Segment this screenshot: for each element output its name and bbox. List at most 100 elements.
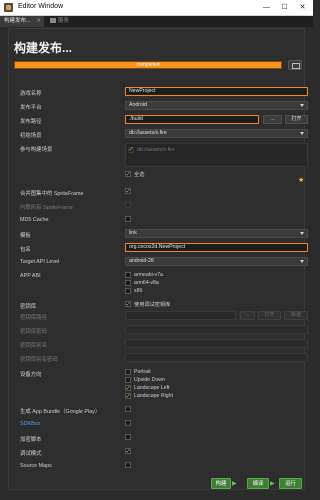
build-panel: 构建发布... completed 游戏名称 NewProject 发布平台 A… [8, 28, 308, 490]
platform-label: 发布平台 [20, 105, 42, 111]
build-path-label: 发布路径 [20, 119, 42, 125]
window-title: Editor Window [18, 3, 64, 10]
keystore-alias-input [125, 339, 308, 348]
compile-button[interactable]: 编译 [247, 478, 269, 489]
abi-arm64-v8a-checkbox[interactable] [125, 280, 131, 286]
debug-mode-checkbox[interactable] [125, 447, 131, 455]
sdkbox-checkbox[interactable] [125, 420, 131, 426]
select-all-checkbox[interactable] [125, 170, 131, 178]
run-button[interactable]: 运行 [279, 478, 302, 489]
select-all-label: 全选 [134, 172, 145, 178]
merge-spriteframe-label: 合并图集中的 SpriteFrame [20, 191, 84, 197]
chevron-down-icon [300, 104, 304, 107]
package-name-input[interactable]: org.cocos2d.NewProject [125, 243, 308, 252]
use-debug-keystore-label: 使用调试密钥库 [134, 302, 171, 308]
sdkbox-link[interactable]: SDKBox [20, 421, 40, 427]
arrow-right-icon: ▶ [270, 480, 275, 487]
orientation-landscape-right-label: Landscape Right [134, 393, 173, 399]
keystore-new-button: 新建 [284, 311, 308, 320]
encrypt-label: 加密脚本 [20, 437, 42, 443]
open-folder-icon[interactable] [288, 60, 302, 70]
game-name-input[interactable]: NewProject [125, 87, 308, 96]
window-titlebar: Editor Window — ☐ ✕ [0, 0, 313, 16]
source-maps-label: Source Maps [20, 463, 52, 469]
orientation-landscape-left-checkbox[interactable] [125, 384, 131, 392]
target-api-select[interactable]: android-28 [125, 257, 308, 266]
chevron-down-icon [300, 132, 304, 135]
build-progress-bar: completed [14, 61, 282, 69]
orientation-label: 设备方向 [20, 372, 42, 378]
platform-value: Android [129, 102, 147, 108]
chevron-down-icon [300, 260, 304, 263]
template-select[interactable]: link [125, 229, 308, 238]
tab-services-label: 服务 [58, 18, 70, 24]
keystore-alias-password-input [125, 353, 308, 362]
keystore-path-input [125, 311, 236, 320]
page-title: 构建发布... [14, 41, 73, 55]
minimize-button[interactable]: — [262, 3, 271, 12]
app-bundle-checkbox[interactable] [125, 406, 131, 412]
md5-cache-label: MD5 Cache [20, 217, 49, 223]
abi-armeabi-v7a-checkbox[interactable] [125, 272, 131, 278]
merge-spriteframe-checkbox[interactable] [125, 187, 131, 195]
orientation-landscape-left-label: Landscape Left [134, 385, 170, 391]
keystore-browse-button: ... [240, 311, 255, 320]
keystore-password-label: 密钥库密码 [20, 329, 47, 335]
keystore-password-input [125, 325, 308, 334]
keystore-path-label: 密钥库路径 [20, 315, 47, 321]
app-icon [4, 3, 13, 12]
chevron-down-icon [300, 232, 304, 235]
tab-build-label: 构建发布... [4, 18, 31, 24]
debug-mode-label: 调试模式 [20, 451, 42, 457]
orientation-portrait-checkbox[interactable] [125, 369, 131, 375]
keystore-open-button: 打开 [258, 311, 281, 320]
tab-services[interactable]: 服务 [46, 16, 78, 27]
abi-arm64-v8a-label: arm64-v8a [134, 280, 159, 286]
app-bundle-label: 生成 App Bundle（Google Play） [20, 409, 101, 415]
package-name-label: 包名 [20, 247, 31, 253]
included-scenes-label: 参与构建场景 [20, 147, 53, 153]
md5-cache-checkbox[interactable] [125, 216, 131, 222]
orientation-portrait-label: Portrait [134, 369, 151, 375]
scene-entry: db://assets/s.fire [137, 147, 175, 153]
open-path-button[interactable]: 打开 [285, 115, 308, 124]
start-scene-select[interactable]: db://assets/s.fire [125, 129, 308, 138]
template-value: link [129, 230, 137, 236]
abi-x86-label: x86 [134, 288, 143, 294]
target-api-value: android-28 [129, 258, 154, 264]
build-button[interactable]: 构建 [211, 478, 231, 489]
close-tab-icon[interactable]: ✕ [36, 16, 41, 27]
tab-bar: 构建发布... ✕ 服务 [0, 16, 313, 27]
maximize-button[interactable]: ☐ [280, 3, 289, 12]
services-icon [50, 18, 56, 23]
abi-armeabi-v7a-label: armeabi-v7a [134, 272, 163, 278]
app-abi-label: APP ABI [20, 273, 41, 279]
orientation-upside-down-checkbox[interactable] [125, 377, 131, 383]
close-button[interactable]: ✕ [298, 3, 307, 12]
star-icon: ★ [298, 176, 305, 184]
orientation-landscape-right-checkbox[interactable] [125, 392, 131, 400]
source-maps-checkbox[interactable] [125, 462, 131, 468]
progress-text: completed [136, 62, 160, 68]
target-api-label: Target API Level [20, 259, 60, 265]
arrow-right-icon: ▶ [232, 480, 237, 487]
scene-list-box: db://assets/s.fire [125, 143, 308, 167]
platform-select[interactable]: Android [125, 101, 308, 110]
abi-x86-checkbox[interactable] [125, 288, 131, 294]
use-debug-keystore-checkbox[interactable] [125, 300, 131, 308]
keystore-alias-password-label: 密钥库别名密码 [20, 357, 58, 363]
keystore-alias-label: 密钥库别名 [20, 343, 47, 349]
build-path-input[interactable]: ./build [125, 115, 259, 124]
tab-build[interactable]: 构建发布... ✕ [0, 16, 44, 27]
orientation-upside-down-label: Upside Down [134, 377, 165, 383]
scene-checkbox [128, 146, 134, 153]
encrypt-checkbox[interactable] [125, 434, 131, 440]
template-label: 模板 [20, 233, 31, 239]
keystore-label: 密钥库 [20, 304, 37, 310]
inline-spriteframe-checkbox [125, 202, 131, 208]
start-scene-value: db://assets/s.fire [129, 130, 167, 136]
browse-path-button[interactable]: ... [263, 115, 282, 124]
game-name-label: 游戏名称 [20, 91, 42, 97]
start-scene-label: 初始场景 [20, 133, 42, 139]
inline-spriteframe-label: 内联所有 SpriteFrame [20, 205, 73, 211]
